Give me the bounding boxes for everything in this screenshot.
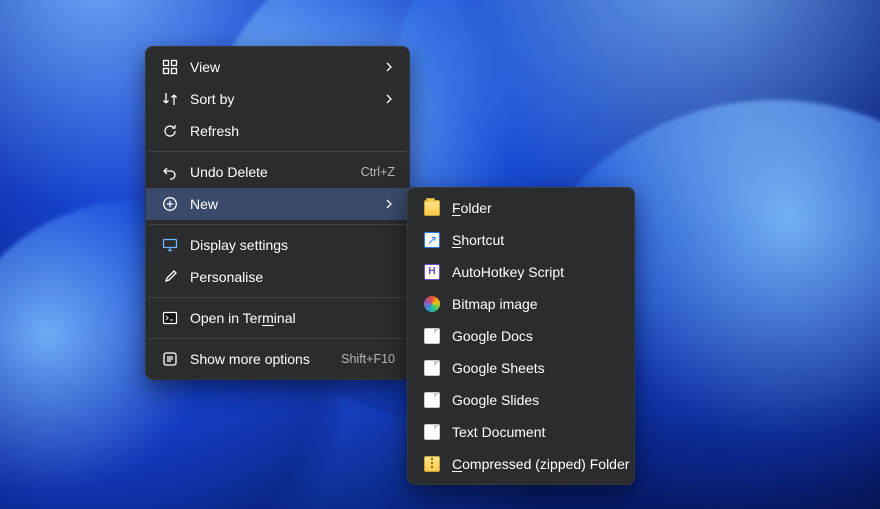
terminal-icon xyxy=(160,308,180,328)
separator xyxy=(148,297,407,298)
menu-item-show-more-options[interactable]: Show more options Shift+F10 xyxy=(146,343,409,375)
separator xyxy=(148,151,407,152)
ahk-icon xyxy=(422,262,442,282)
menu-item-new[interactable]: New xyxy=(146,188,409,220)
menu-item-label: Open in Terminal xyxy=(190,310,395,326)
submenu-item-folder[interactable]: Folder xyxy=(408,192,634,224)
desktop-context-menu: View Sort by Refresh Undo Dele xyxy=(145,46,410,380)
chevron-right-icon xyxy=(383,62,395,72)
separator xyxy=(148,338,407,339)
submenu-item-autohotkey[interactable]: AutoHotkey Script xyxy=(408,256,634,288)
submenu-item-google-docs[interactable]: Google Docs xyxy=(408,320,634,352)
display-icon xyxy=(160,235,180,255)
menu-item-label: New xyxy=(190,196,375,212)
menu-item-label: View xyxy=(190,59,375,75)
chevron-right-icon xyxy=(383,199,395,209)
bitmap-icon xyxy=(422,294,442,314)
menu-item-open-in-terminal[interactable]: Open in Terminal xyxy=(146,302,409,334)
page-icon xyxy=(422,390,442,410)
chevron-right-icon xyxy=(383,94,395,104)
menu-item-view[interactable]: View xyxy=(146,51,409,83)
menu-item-personalise[interactable]: Personalise xyxy=(146,261,409,293)
folder-icon xyxy=(422,198,442,218)
menu-item-label: Refresh xyxy=(190,123,395,139)
more-options-icon xyxy=(160,349,180,369)
submenu-item-label: Bitmap image xyxy=(452,296,620,312)
menu-item-label: Sort by xyxy=(190,91,375,107)
submenu-item-label: Compressed (zipped) Folder xyxy=(452,456,629,472)
submenu-item-bitmap[interactable]: Bitmap image xyxy=(408,288,634,320)
menu-item-label: Personalise xyxy=(190,269,395,285)
menu-item-label: Show more options xyxy=(190,351,333,367)
page-icon xyxy=(422,358,442,378)
submenu-item-label: Folder xyxy=(452,200,620,216)
sort-icon xyxy=(160,89,180,109)
submenu-item-google-sheets[interactable]: Google Sheets xyxy=(408,352,634,384)
menu-item-sort-by[interactable]: Sort by xyxy=(146,83,409,115)
submenu-item-compressed-folder[interactable]: Compressed (zipped) Folder xyxy=(408,448,634,480)
page-icon xyxy=(422,422,442,442)
undo-icon xyxy=(160,162,180,182)
submenu-item-text-document[interactable]: Text Document xyxy=(408,416,634,448)
menu-item-display-settings[interactable]: Display settings xyxy=(146,229,409,261)
brush-icon xyxy=(160,267,180,287)
submenu-item-label: Google Slides xyxy=(452,392,620,408)
grid-icon xyxy=(160,57,180,77)
plus-circle-icon xyxy=(160,194,180,214)
submenu-item-shortcut[interactable]: Shortcut xyxy=(408,224,634,256)
submenu-item-google-slides[interactable]: Google Slides xyxy=(408,384,634,416)
menu-item-shortcut: Ctrl+Z xyxy=(361,165,395,179)
refresh-icon xyxy=(160,121,180,141)
menu-item-refresh[interactable]: Refresh xyxy=(146,115,409,147)
menu-item-undo-delete[interactable]: Undo Delete Ctrl+Z xyxy=(146,156,409,188)
separator xyxy=(148,224,407,225)
menu-item-label: Undo Delete xyxy=(190,164,353,180)
shortcut-icon xyxy=(422,230,442,250)
submenu-item-label: Google Sheets xyxy=(452,360,620,376)
submenu-item-label: Text Document xyxy=(452,424,620,440)
page-icon xyxy=(422,326,442,346)
submenu-item-label: Shortcut xyxy=(452,232,620,248)
submenu-item-label: Google Docs xyxy=(452,328,620,344)
menu-item-label: Display settings xyxy=(190,237,395,253)
menu-item-shortcut: Shift+F10 xyxy=(341,352,395,366)
zip-icon xyxy=(422,454,442,474)
new-submenu: Folder Shortcut AutoHotkey Script Bitmap… xyxy=(407,187,635,485)
submenu-item-label: AutoHotkey Script xyxy=(452,264,620,280)
